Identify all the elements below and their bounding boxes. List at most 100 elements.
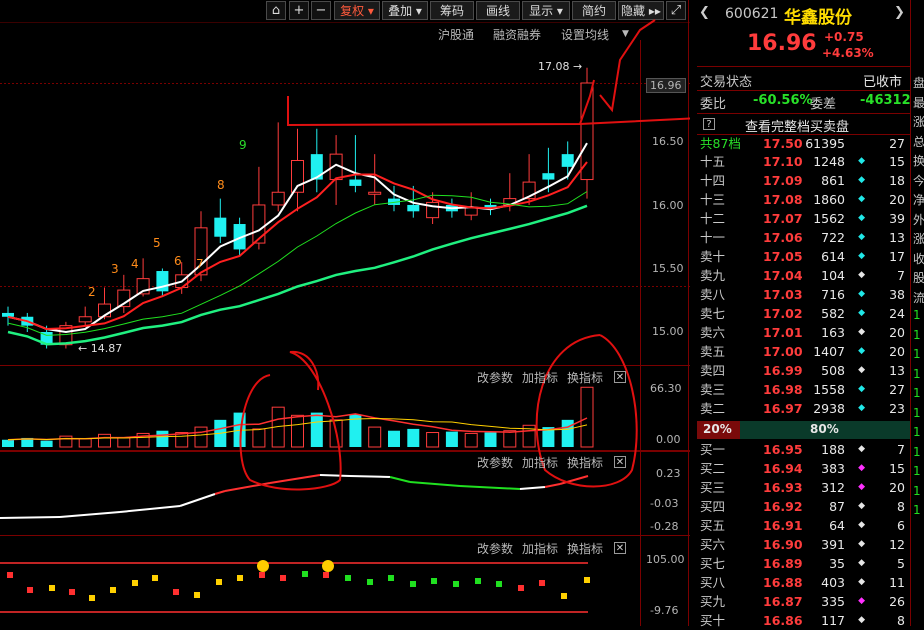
level-price: 16.94 (763, 461, 803, 476)
high-label: 17.08 → (538, 60, 583, 73)
ask-row[interactable]: 十四 17.09 861 ◆ 18 (697, 171, 910, 190)
side-tab-char: 涨 (913, 232, 924, 246)
close-icon[interactable]: ✕ (614, 371, 626, 383)
level-price: 16.95 (763, 442, 803, 457)
ask-row[interactable]: 卖九 17.04 104 ◆ 7 (697, 266, 910, 285)
ask-row[interactable]: 十三 17.08 1860 ◆ 20 (697, 190, 910, 209)
volume-bar (291, 414, 304, 448)
bid-row[interactable]: 买十 16.86 117 ◆ 8 (697, 611, 910, 630)
level-count: 5 (897, 556, 905, 571)
swap-indicator-button[interactable]: 换指标 (567, 369, 603, 386)
pct-change: +4.63% (822, 46, 874, 60)
help-icon: ? (703, 118, 715, 130)
bid-row[interactable]: 买七 16.89 35 ◆ 5 (697, 554, 910, 573)
order-mark-icon: ◆ (858, 175, 865, 185)
volume-bar (117, 437, 131, 448)
candle-body (2, 312, 14, 317)
order-mark-icon: ◆ (858, 539, 865, 549)
prev-stock-icon[interactable]: ❮ (699, 5, 710, 20)
level-volume: 104 (821, 268, 845, 283)
level-count: 6 (897, 518, 905, 533)
td-count-label: 9 (239, 138, 247, 152)
status-value: 已收市 (863, 75, 903, 90)
volume-bar (78, 438, 92, 448)
level-count: 15 (889, 461, 905, 476)
bid-row[interactable]: 买六 16.90 391 ◆ 12 (697, 535, 910, 554)
bid-row[interactable]: 买二 16.94 383 ◆ 15 (697, 459, 910, 478)
level-count: 23 (889, 401, 905, 416)
order-mark-icon: ◆ (858, 596, 865, 606)
level-price: 17.06 (763, 230, 803, 245)
volume-bar (484, 432, 497, 447)
close-icon[interactable]: ✕ (614, 456, 626, 468)
ask-row[interactable]: 卖三 16.98 1558 ◆ 27 (697, 380, 910, 399)
indicator2-segment (544, 483, 561, 488)
side-tab-char: 1 (913, 366, 921, 381)
volume-bar (194, 426, 208, 448)
level-label: 买三 (700, 480, 726, 495)
td-count-label: 2 (88, 285, 96, 299)
signal-dot (388, 575, 394, 581)
bid-row[interactable]: 买五 16.91 64 ◆ 6 (697, 516, 910, 535)
add-indicator-button[interactable]: 加指标 (522, 454, 558, 471)
level-label: 十一 (700, 230, 726, 245)
view-full-orderbook[interactable]: ? 查看完整档买卖盘 (697, 113, 910, 135)
volume-bar (252, 428, 266, 448)
axis-label: -0.28 (650, 520, 679, 533)
td-count-label: 8 (217, 178, 225, 192)
ratio-right: 80% (810, 422, 839, 436)
level-volume: 2938 (813, 401, 845, 416)
ask-row[interactable]: 卖十 17.05 614 ◆ 17 (697, 247, 910, 266)
ask-row[interactable]: 卖四 16.99 508 ◆ 13 (697, 361, 910, 380)
level-label: 卖八 (700, 287, 726, 302)
level-label: 买七 (700, 556, 726, 571)
bid-row[interactable]: 买九 16.87 335 ◆ 26 (697, 592, 910, 611)
signal-dot (132, 580, 138, 586)
level-label: 买二 (700, 461, 726, 476)
indicator2-segment (349, 475, 391, 478)
indicator2-segment (269, 474, 321, 484)
ask-row[interactable]: 卖八 17.03 716 ◆ 38 (697, 285, 910, 304)
level-price: 16.99 (763, 363, 803, 378)
stock-name: 华鑫股份 (784, 8, 852, 28)
side-tab-char: 1 (913, 464, 921, 478)
level-volume: 35 (829, 556, 845, 571)
add-indicator-button[interactable]: 加指标 (522, 369, 558, 386)
ask-row[interactable]: 卖六 17.01 163 ◆ 20 (697, 323, 910, 342)
level-count: 27 (889, 382, 905, 397)
level-price: 16.92 (763, 499, 803, 514)
level-label: 卖七 (700, 306, 726, 321)
ask-row[interactable]: 十五 17.10 1248 ◆ 15 (697, 152, 910, 171)
candle-body (271, 191, 285, 206)
side-tab-char: 今 (913, 173, 924, 188)
bid-row[interactable]: 买四 16.92 87 ◆ 8 (697, 497, 910, 516)
order-mark-icon: ◆ (858, 289, 865, 299)
level-label: 十五 (700, 154, 726, 169)
swap-indicator-button[interactable]: 换指标 (567, 540, 603, 557)
bid-row[interactable]: 买八 16.88 403 ◆ 11 (697, 573, 910, 592)
indicator2-segment (119, 505, 181, 513)
bid-row[interactable]: 买一 16.95 188 ◆ 7 (697, 440, 910, 459)
swap-indicator-button[interactable]: 换指标 (567, 454, 603, 471)
order-mark-icon: ◆ (858, 251, 865, 261)
close-icon[interactable]: ✕ (614, 542, 626, 554)
ask-row[interactable]: 卖五 17.00 1407 ◆ 20 (697, 342, 910, 361)
order-mark-icon: ◆ (858, 520, 865, 530)
next-stock-icon[interactable]: ❯ (894, 5, 905, 20)
bid-row[interactable]: 买三 16.93 312 ◆ 20 (697, 478, 910, 497)
annotation-arrow (599, 19, 656, 113)
ask-row[interactable]: 十二 17.07 1562 ◆ 39 (697, 209, 910, 228)
signal-dot (7, 572, 13, 578)
change-param-button[interactable]: 改参数 (477, 369, 513, 386)
ask-row[interactable]: 卖二 16.97 2938 ◆ 23 (697, 399, 910, 418)
change-param-button[interactable]: 改参数 (477, 540, 513, 557)
smiley-icon (257, 560, 269, 572)
add-indicator-button[interactable]: 加指标 (522, 540, 558, 557)
ask-row[interactable]: 卖七 17.02 582 ◆ 24 (697, 304, 910, 323)
kline-chart[interactable] (0, 0, 690, 626)
side-tab-strip[interactable]: 盘最涨总换今净外涨收股流11111111111 (910, 0, 924, 626)
ask-row[interactable]: 十一 17.06 722 ◆ 13 (697, 228, 910, 247)
volume-bar (368, 426, 382, 448)
view-full-label: 查看完整档买卖盘 (745, 120, 850, 135)
change-param-button[interactable]: 改参数 (477, 454, 513, 471)
